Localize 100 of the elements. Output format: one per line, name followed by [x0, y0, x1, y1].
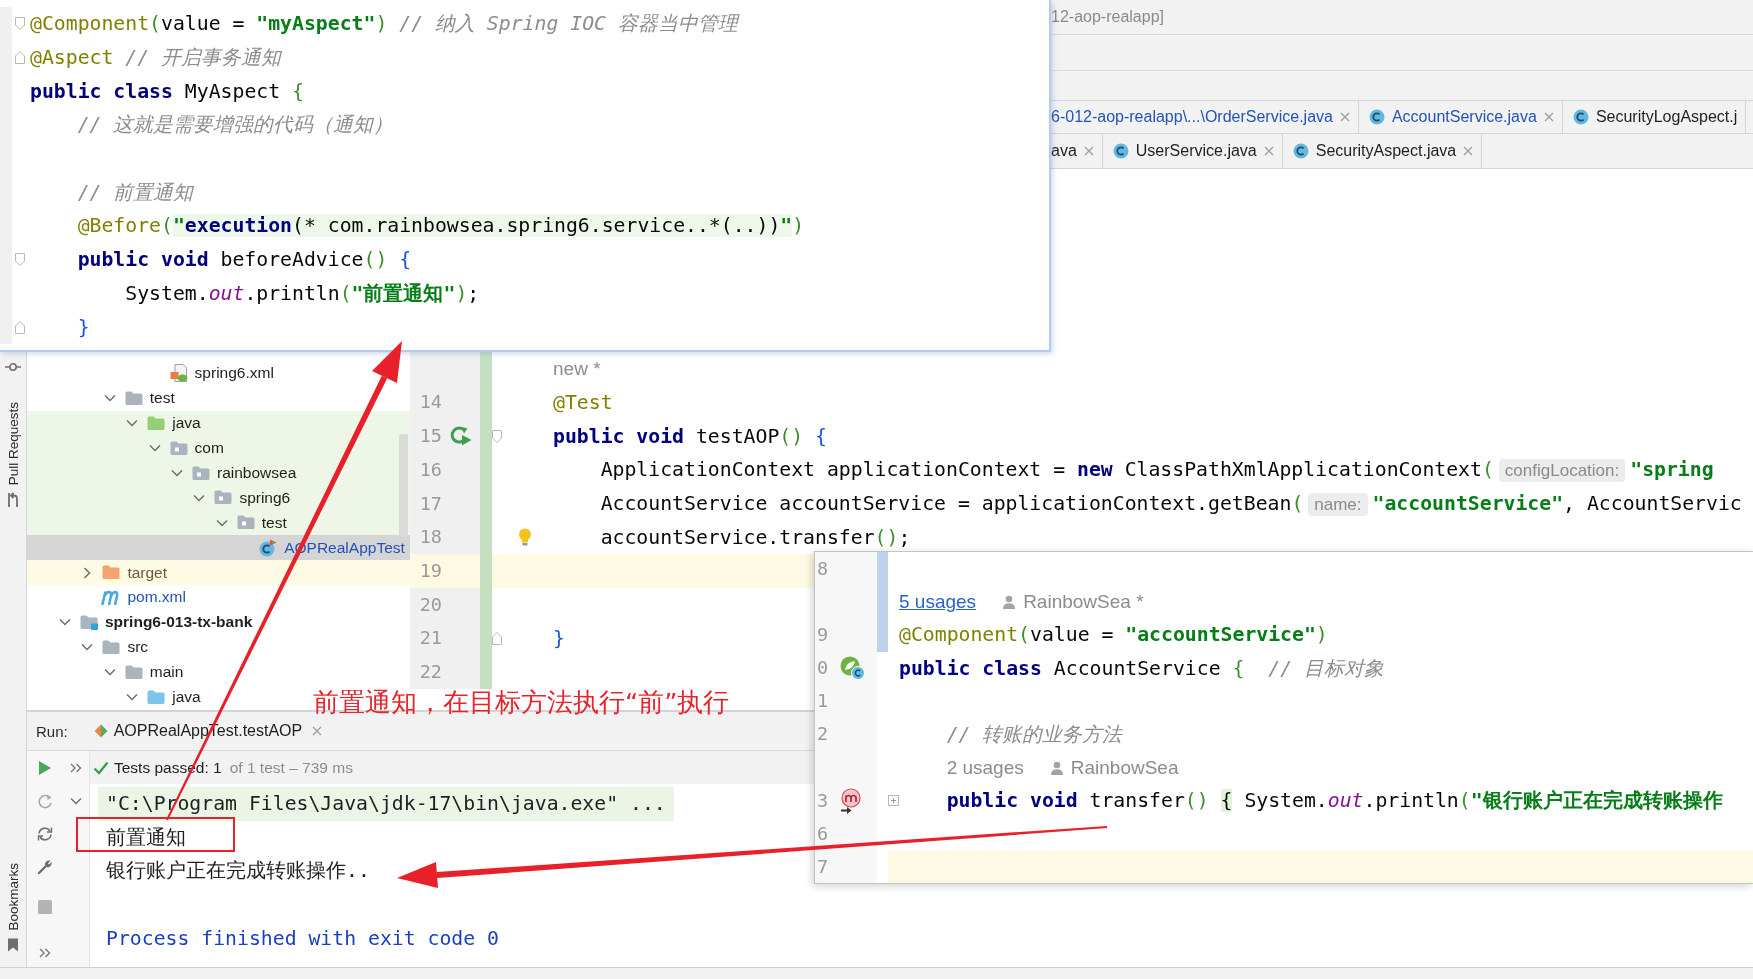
bookmark-icon[interactable] [7, 938, 19, 952]
chevron-down-icon[interactable] [215, 518, 228, 527]
code-line: @Component(value = "accountService") [899, 623, 1328, 647]
folder-icon [147, 415, 166, 431]
line-number: 17 [419, 492, 442, 515]
folder-icon [147, 689, 166, 705]
line-number: 15 [419, 425, 442, 448]
line-number: 1 [816, 690, 829, 713]
window-title: 12-aop-realapp] [1051, 8, 1164, 26]
editor-tab[interactable]: 6-012-aop-realapp\...\OrderService.java [1051, 101, 1359, 133]
fold-marker-icon[interactable] [15, 253, 25, 267]
code-line: public void testAOP() { [553, 424, 827, 448]
commit-icon[interactable] [5, 362, 21, 372]
line-number: 0 [816, 657, 829, 680]
tool-window-button[interactable]: Bookmarks [5, 863, 21, 931]
tree-item[interactable]: spring6.xml [146, 361, 274, 386]
tree-item[interactable]: test [101, 385, 175, 411]
chevron-down-icon[interactable] [171, 469, 183, 477]
chevron-down-icon[interactable] [69, 796, 82, 805]
code-line: AccountService accountService = applicationContext.getBean( name: "accountService", AccountServic [600, 491, 1742, 515]
tree-item[interactable]: src [79, 634, 149, 660]
module-folder-icon [80, 614, 98, 630]
tree-item[interactable]: test [213, 510, 287, 536]
line-number: 3 [816, 789, 829, 812]
tree-item[interactable]: pom.xml [79, 585, 186, 610]
fold-marker-icon[interactable] [15, 320, 25, 334]
folder-icon [124, 664, 143, 680]
code-line: // 转账的业务方法 [946, 723, 1123, 747]
chevron-down-icon[interactable] [148, 444, 161, 453]
editor-tab[interactable]: SecurityLogAspect.j [1562, 101, 1747, 133]
xml-file-icon [169, 364, 188, 383]
chevron-right-icon[interactable] [83, 566, 92, 579]
line-number: 7 [816, 856, 829, 879]
package-icon [214, 490, 233, 506]
bulb-icon[interactable] [518, 528, 532, 547]
chevron-down-icon[interactable] [126, 693, 139, 701]
tree-item[interactable]: com [146, 435, 224, 461]
chevron-down-icon[interactable] [103, 668, 116, 677]
annotation-text: 前置通知，在目标方法执行“前”执行 [313, 686, 730, 718]
usages-link[interactable]: 5 usages [899, 585, 977, 619]
line-number: 19 [419, 559, 442, 583]
editor-tab[interactable]: ava [1051, 134, 1103, 168]
close-icon[interactable] [1463, 146, 1474, 156]
console-line: Process finished with exit code 0 [106, 925, 499, 952]
chevron-down-icon[interactable] [59, 618, 71, 627]
editor-tab[interactable]: AccountService.java [1358, 101, 1563, 133]
editor-tab[interactable]: SecurityAspect.java [1282, 134, 1483, 168]
code-line: } [77, 315, 90, 339]
scrollbar-thumb[interactable] [399, 434, 408, 537]
bean-icon[interactable] [839, 656, 865, 681]
more-icon[interactable] [69, 762, 82, 773]
expand-icon[interactable] [888, 795, 899, 807]
check-icon [93, 760, 109, 775]
package-icon [236, 515, 255, 531]
chevron-down-icon[interactable] [81, 643, 94, 652]
line-number: 22 [419, 660, 442, 684]
console-line: 前置通知 [106, 824, 186, 851]
chevron-down-icon[interactable] [193, 493, 206, 502]
wrench-icon[interactable] [36, 858, 53, 875]
fold-marker-icon[interactable] [492, 631, 502, 645]
more-icon[interactable] [38, 948, 51, 958]
tree-item[interactable]: spring6 [191, 485, 291, 511]
tool-window-button[interactable]: Pull Requests [5, 402, 21, 486]
code-line: accountService.transfer(); [600, 525, 911, 549]
tree-item[interactable]: main [101, 659, 184, 685]
tree-item[interactable]: target [79, 560, 168, 585]
package-icon [169, 440, 188, 456]
tree-item[interactable]: spring6-013-tx-bank [57, 609, 253, 635]
code-line: public void transfer() { System.out.println("银行账户正在完成转账操作 [946, 789, 1723, 813]
line-number: 6 [816, 823, 829, 846]
code-line: } [553, 626, 565, 650]
chevron-down-icon[interactable] [103, 394, 116, 403]
code-line: System.out.println("前置通知"); [125, 281, 480, 305]
run-test-icon[interactable] [450, 426, 472, 447]
close-icon[interactable] [1543, 112, 1554, 122]
editor-tab[interactable]: UserService.java [1102, 134, 1283, 168]
tree-item[interactable]: rainbowsea [169, 460, 297, 486]
chevron-down-icon[interactable] [126, 419, 139, 428]
close-icon[interactable] [1339, 112, 1350, 122]
play-icon[interactable] [37, 759, 52, 776]
close-icon[interactable] [1263, 146, 1274, 156]
fold-marker-icon[interactable] [15, 17, 25, 31]
code-line: ApplicationContext applicationContext = new ClassPathXmlApplicationContext( configLocation: "spring [600, 457, 1714, 481]
console-line: 银行账户正在完成转账操作.. [106, 858, 370, 885]
sync-icon[interactable] [36, 825, 53, 842]
tree-item[interactable]: java [124, 684, 201, 710]
fold-marker-icon[interactable] [492, 429, 502, 443]
line-number: 16 [419, 458, 442, 481]
line-number: 21 [419, 627, 442, 650]
method-icon[interactable] [839, 787, 863, 814]
tree-item[interactable]: java [124, 410, 201, 436]
fold-marker-icon[interactable] [15, 51, 25, 65]
pull-request-icon[interactable] [6, 492, 20, 509]
stop-icon[interactable] [37, 899, 52, 914]
close-icon[interactable] [1083, 146, 1094, 156]
panel-title: Run: [36, 722, 68, 740]
test-duration-text: of 1 test – 739 ms [229, 758, 353, 777]
close-icon[interactable] [312, 726, 323, 736]
test-class-icon [259, 538, 278, 557]
rerun-icon[interactable] [36, 792, 53, 809]
